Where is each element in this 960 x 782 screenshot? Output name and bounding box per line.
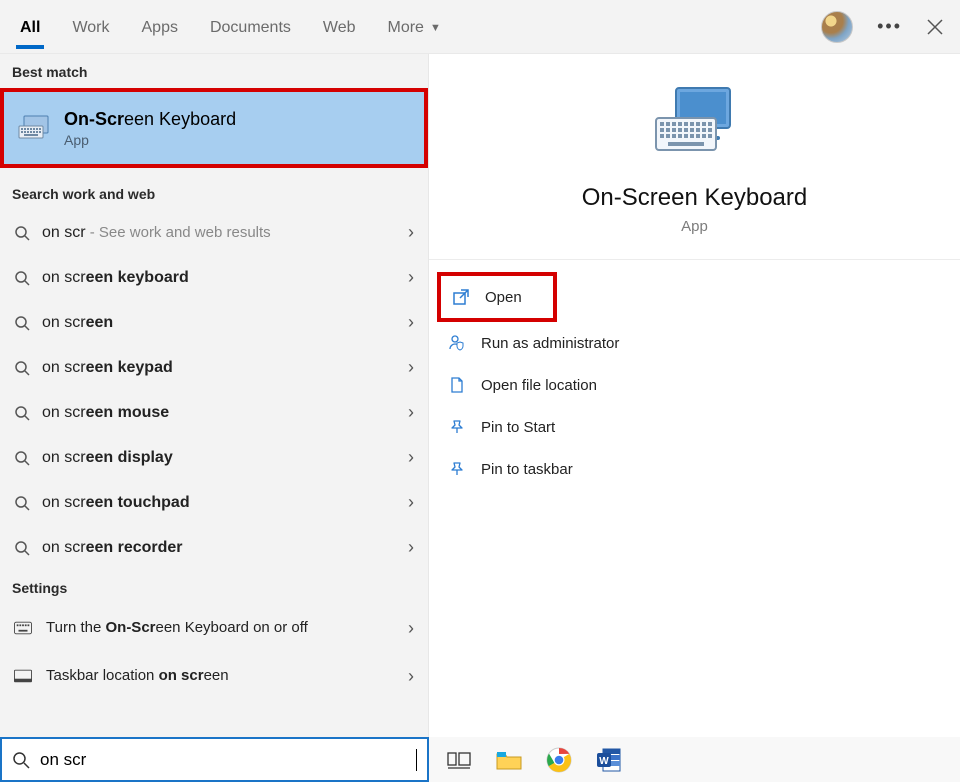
tab-more-label: More — [388, 19, 424, 37]
open-highlight: Open — [437, 272, 557, 322]
suggestion-row[interactable]: on screen keyboard › — [0, 255, 428, 300]
settings-result-row[interactable]: Taskbar location on screen › — [0, 652, 428, 700]
header-tabs: All Work Apps Documents Web More ▼ — [16, 5, 821, 49]
search-icon — [14, 225, 30, 241]
chevron-right-icon: › — [408, 618, 414, 639]
action-run-admin-label: Run as administrator — [481, 335, 619, 352]
suggestion-text: on scr - See work and web results — [42, 224, 396, 242]
suggestion-row[interactable]: on screen keypad › — [0, 345, 428, 390]
detail-pane: On-Screen Keyboard App Open Run as admin… — [429, 54, 960, 737]
chevron-right-icon: › — [408, 492, 414, 513]
best-match-text: On-Screen Keyboard App — [64, 109, 236, 148]
chevron-right-icon: › — [408, 267, 414, 288]
search-icon — [14, 495, 30, 511]
search-icon — [14, 450, 30, 466]
pin-icon — [447, 418, 467, 436]
section-settings: Settings — [0, 570, 428, 604]
suggestion-row[interactable]: on screen display › — [0, 435, 428, 480]
close-icon[interactable] — [926, 18, 944, 36]
search-icon — [14, 270, 30, 286]
action-pin-taskbar-label: Pin to taskbar — [481, 461, 573, 478]
action-pin-taskbar[interactable]: Pin to taskbar — [437, 448, 952, 490]
file-explorer-icon[interactable] — [493, 744, 525, 776]
chevron-down-icon: ▼ — [430, 22, 441, 34]
settings-result-row[interactable]: Turn the On-Screen Keyboard on or off › — [0, 604, 428, 652]
header-right: ••• — [821, 11, 944, 43]
chevron-right-icon: › — [408, 537, 414, 558]
search-icon — [14, 360, 30, 376]
chevron-right-icon: › — [408, 222, 414, 243]
suggestion-text: on screen — [42, 314, 396, 332]
section-search-work-web: Search work and web — [0, 176, 428, 210]
main-content: Best match On-Screen Keyboard App Searc — [0, 54, 960, 737]
suggestion-text: on screen touchpad — [42, 494, 396, 512]
action-file-location-label: Open file location — [481, 377, 597, 394]
chevron-right-icon: › — [408, 312, 414, 333]
suggestion-row[interactable]: on screen recorder › — [0, 525, 428, 570]
task-view-icon[interactable] — [443, 744, 475, 776]
keyboard-icon — [14, 621, 32, 635]
keyboard-app-icon — [18, 114, 52, 142]
detail-header: On-Screen Keyboard App — [429, 54, 960, 260]
best-match-result[interactable]: On-Screen Keyboard App — [0, 88, 428, 168]
header-bar: All Work Apps Documents Web More ▼ ••• — [0, 0, 960, 54]
suggestion-row[interactable]: on screen › — [0, 300, 428, 345]
best-match-subtitle: App — [64, 132, 236, 148]
search-input[interactable] — [38, 749, 408, 771]
chrome-icon[interactable] — [543, 744, 575, 776]
file-location-icon — [447, 376, 467, 394]
action-file-location[interactable]: Open file location — [437, 364, 952, 406]
taskbar-icon — [14, 669, 32, 683]
tab-all[interactable]: All — [16, 5, 44, 49]
svg-text:W: W — [599, 756, 609, 767]
tab-apps[interactable]: Apps — [138, 5, 182, 49]
action-list: Open Run as administrator Open file loca… — [429, 260, 960, 502]
best-match-title: On-Screen Keyboard — [64, 109, 236, 130]
tab-more[interactable]: More ▼ — [384, 5, 445, 49]
tab-documents[interactable]: Documents — [206, 5, 295, 49]
section-best-match: Best match — [0, 54, 428, 88]
taskbar-area: W — [429, 737, 960, 782]
detail-subtitle: App — [449, 218, 940, 235]
shield-user-icon — [447, 334, 467, 352]
suggestion-row[interactable]: on screen mouse › — [0, 390, 428, 435]
search-icon — [14, 405, 30, 421]
search-icon — [12, 751, 30, 769]
search-icon — [14, 540, 30, 556]
action-pin-start[interactable]: Pin to Start — [437, 406, 952, 448]
action-pin-start-label: Pin to Start — [481, 419, 555, 436]
chevron-right-icon: › — [408, 666, 414, 687]
action-open-label: Open — [485, 289, 522, 306]
detail-title: On-Screen Keyboard — [449, 184, 940, 212]
search-icon — [14, 315, 30, 331]
suggestion-row[interactable]: on screen touchpad › — [0, 480, 428, 525]
tab-web[interactable]: Web — [319, 5, 360, 49]
action-run-admin[interactable]: Run as administrator — [437, 322, 952, 364]
suggestion-row[interactable]: on scr - See work and web results › — [0, 210, 428, 255]
text-caret — [416, 749, 417, 771]
suggestion-text: on screen recorder — [42, 539, 396, 557]
open-icon — [451, 288, 471, 306]
suggestion-text: on screen keyboard — [42, 269, 396, 287]
suggestion-text: on screen display — [42, 449, 396, 467]
search-box[interactable] — [0, 737, 429, 782]
suggestion-text: on screen mouse — [42, 404, 396, 422]
more-options-icon[interactable]: ••• — [877, 16, 902, 37]
app-hero-icon — [650, 82, 740, 172]
chevron-right-icon: › — [408, 402, 414, 423]
tab-work[interactable]: Work — [68, 5, 113, 49]
chevron-right-icon: › — [408, 357, 414, 378]
user-avatar[interactable] — [821, 11, 853, 43]
settings-text: Taskbar location on screen — [46, 667, 394, 686]
bottom-bar: W — [0, 737, 960, 782]
action-open[interactable]: Open — [441, 276, 553, 318]
chevron-right-icon: › — [408, 447, 414, 468]
suggestion-text: on screen keypad — [42, 359, 396, 377]
settings-text: Turn the On-Screen Keyboard on or off — [46, 619, 394, 638]
word-icon[interactable]: W — [593, 744, 625, 776]
pin-icon — [447, 460, 467, 478]
results-pane: Best match On-Screen Keyboard App Searc — [0, 54, 429, 737]
